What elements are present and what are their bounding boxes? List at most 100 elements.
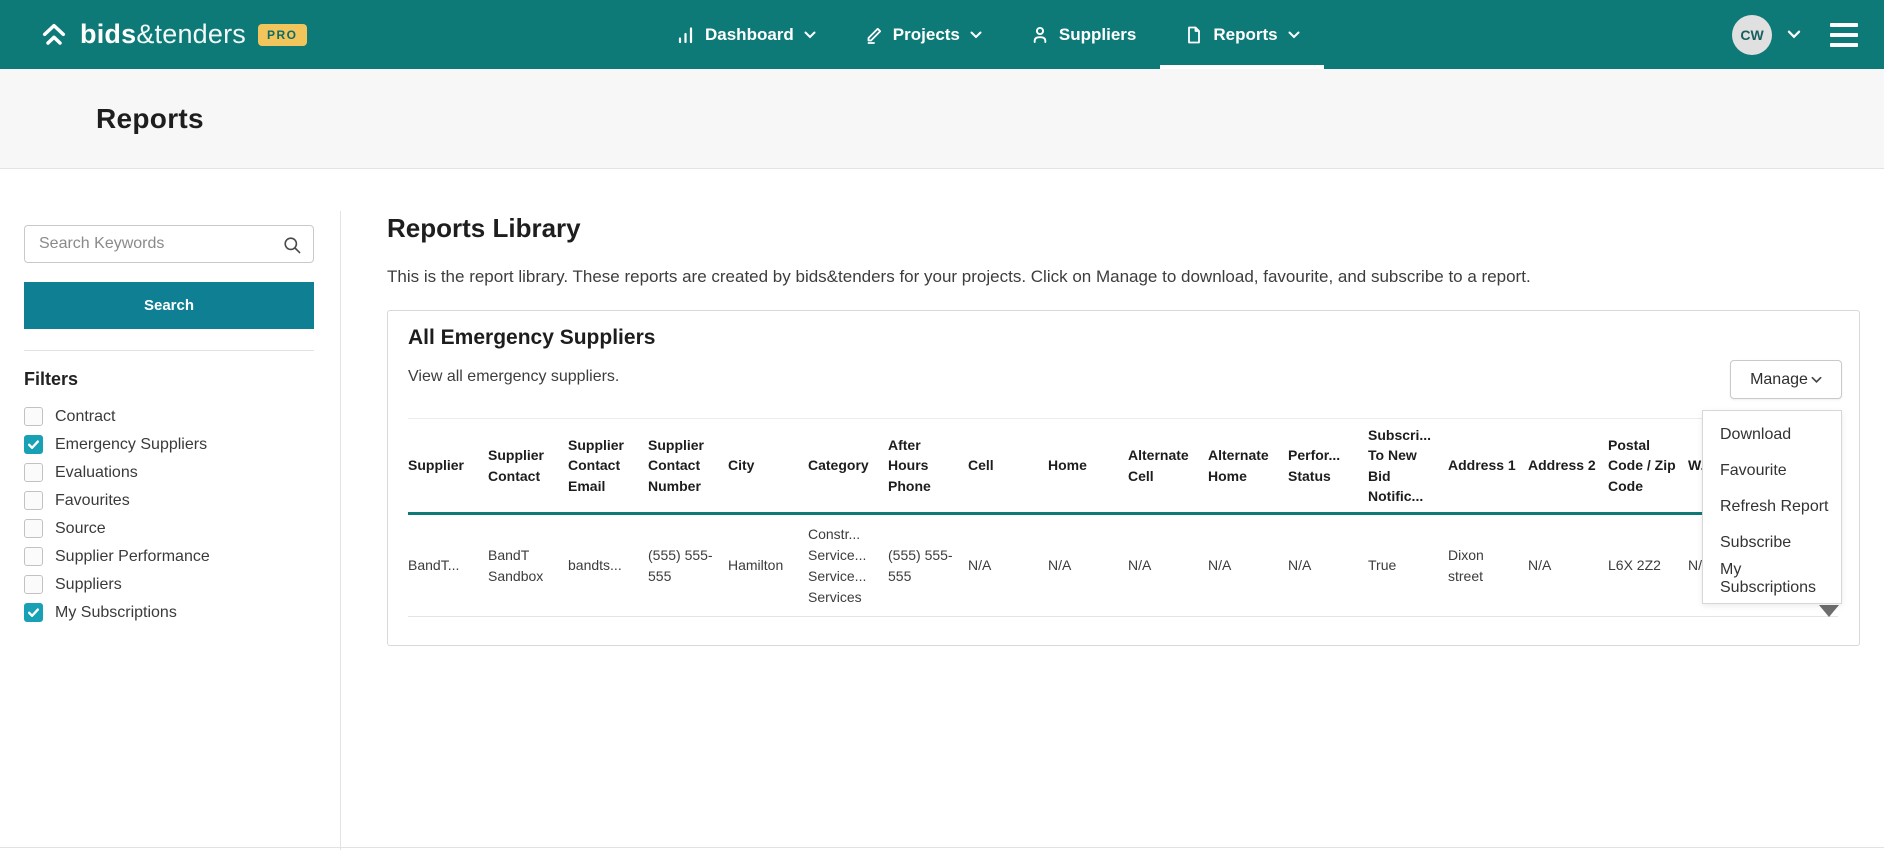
user-chevron-down-icon[interactable] [1787, 30, 1801, 39]
table-cell: N/A [968, 555, 1048, 576]
column-header: Category [808, 455, 888, 475]
brand-name: bids&tenders [80, 19, 246, 50]
table-cell: (555) 555-555 [888, 545, 968, 587]
filter-label: Contract [55, 408, 115, 426]
filters-sidebar: Search Filters Contract Emergency Suppli… [0, 169, 340, 850]
table-cell: Constr... Service... Service... Services [808, 524, 888, 608]
filter-checkbox[interactable] [24, 463, 43, 482]
filter-item[interactable]: Supplier Performance [24, 547, 329, 566]
main-content: Reports Library This is the report libra… [341, 169, 1884, 850]
nav-item-label: Suppliers [1059, 25, 1136, 45]
manage-menu-item-my-subscriptions[interactable]: My Subscriptions [1703, 561, 1841, 597]
reports-library-title: Reports Library [387, 213, 581, 244]
page-title: Reports [96, 103, 204, 135]
column-header: After Hours Phone [888, 435, 968, 496]
sidebar-divider [24, 350, 314, 351]
chevron-down-icon [1288, 31, 1300, 39]
pencil-icon [864, 25, 884, 45]
nav-item-projects[interactable]: Projects [840, 0, 1006, 69]
filter-item[interactable]: Source [24, 519, 329, 538]
filters-title: Filters [24, 369, 78, 390]
table-cell: bandts... [568, 555, 648, 576]
filter-checkbox[interactable] [24, 435, 43, 454]
table-cell: (555) 555-555 [648, 545, 728, 587]
search-box [24, 225, 314, 263]
column-header: Supplier Contact Number [648, 435, 728, 496]
filter-checkbox[interactable] [24, 519, 43, 538]
filter-checkbox[interactable] [24, 547, 43, 566]
manage-button[interactable]: Manage [1730, 360, 1842, 399]
report-card: All Emergency Suppliers View all emergen… [387, 310, 1860, 646]
manage-button-label: Manage [1750, 371, 1808, 389]
filter-label: Supplier Performance [55, 548, 210, 566]
manage-menu-item-favourite[interactable]: Favourite [1703, 453, 1841, 489]
nav-item-reports[interactable]: Reports [1160, 0, 1323, 69]
filter-item[interactable]: Contract [24, 407, 329, 426]
filter-item[interactable]: Favourites [24, 491, 329, 510]
brand-logo[interactable]: bids&tenders PRO [38, 0, 307, 69]
filter-checkbox[interactable] [24, 603, 43, 622]
suppliers-table: SupplierSupplier ContactSupplier Contact… [408, 418, 1838, 617]
avatar[interactable]: CW [1732, 15, 1772, 55]
filter-label: Evaluations [55, 464, 138, 482]
hamburger-menu-icon[interactable] [1830, 23, 1858, 47]
horizontal-scrollbar-arrow[interactable] [1819, 605, 1839, 617]
pro-badge: PRO [258, 24, 307, 46]
nav-item-label: Reports [1213, 25, 1277, 45]
table-cell: N/A [1048, 555, 1128, 576]
nav-item-suppliers[interactable]: Suppliers [1006, 0, 1160, 69]
table-cell: N/A [1288, 555, 1368, 576]
filter-list: Contract Emergency Suppliers Evaluations… [24, 407, 329, 622]
nav-item-dashboard[interactable]: Dashboard [652, 0, 840, 69]
manage-dropdown-menu: Download Favourite Refresh Report Subscr… [1702, 410, 1842, 604]
column-header: Supplier Contact [488, 445, 568, 486]
filter-item[interactable]: Emergency Suppliers [24, 435, 329, 454]
table-header-row: SupplierSupplier ContactSupplier Contact… [408, 419, 1838, 515]
filter-checkbox[interactable] [24, 491, 43, 510]
filter-label: Source [55, 520, 106, 538]
primary-nav: Dashboard Projects Suppliers Reports [652, 0, 1324, 69]
column-header: Postal Code / Zip Code [1608, 435, 1688, 496]
manage-menu-item-download[interactable]: Download [1703, 417, 1841, 453]
column-header: Subscri... To New Bid Notific... [1368, 425, 1448, 506]
column-header: Cell [968, 455, 1048, 475]
table-cell: Hamilton [728, 555, 808, 576]
navbar-right-cluster: CW [1732, 0, 1858, 69]
document-icon [1184, 25, 1204, 45]
manage-menu-item-subscribe[interactable]: Subscribe [1703, 525, 1841, 561]
column-header: Address 2 [1528, 455, 1608, 475]
double-chevron-up-icon [38, 19, 70, 51]
filter-checkbox[interactable] [24, 575, 43, 594]
report-card-title: All Emergency Suppliers [408, 326, 655, 350]
filter-label: Favourites [55, 492, 130, 510]
filter-label: My Subscriptions [55, 604, 177, 622]
report-card-subtitle: View all emergency suppliers. [408, 368, 619, 386]
top-navbar: bids&tenders PRO Dashboard Projects Supp… [0, 0, 1884, 69]
table-cell: Dixon street [1448, 545, 1528, 587]
manage-menu-item-refresh-report[interactable]: Refresh Report [1703, 489, 1841, 525]
table-cell: BandT... [408, 555, 488, 576]
nav-item-label: Dashboard [705, 25, 794, 45]
search-button[interactable]: Search [24, 282, 314, 329]
search-input[interactable] [25, 226, 313, 262]
nav-item-label: Projects [893, 25, 960, 45]
filter-label: Emergency Suppliers [55, 436, 207, 454]
filter-label: Suppliers [55, 576, 122, 594]
table-cell: N/A [1528, 555, 1608, 576]
chevron-down-icon [970, 31, 982, 39]
page-header: Reports [0, 69, 1884, 169]
table-cell: L6X 2Z2 [1608, 555, 1688, 576]
column-header: Supplier Contact Email [568, 435, 648, 496]
table-row: BandT...BandT Sandboxbandts...(555) 555-… [408, 515, 1838, 617]
filter-item[interactable]: My Subscriptions [24, 603, 329, 622]
filter-item[interactable]: Suppliers [24, 575, 329, 594]
person-icon [1030, 25, 1050, 45]
table-cell: N/A [1128, 555, 1208, 576]
chevron-down-icon [1811, 376, 1822, 384]
column-header: Alternate Cell [1128, 445, 1208, 486]
page-bottom-divider [0, 847, 1884, 848]
filter-checkbox[interactable] [24, 407, 43, 426]
column-header: Supplier [408, 455, 488, 475]
column-header: Address 1 [1448, 455, 1528, 475]
filter-item[interactable]: Evaluations [24, 463, 329, 482]
